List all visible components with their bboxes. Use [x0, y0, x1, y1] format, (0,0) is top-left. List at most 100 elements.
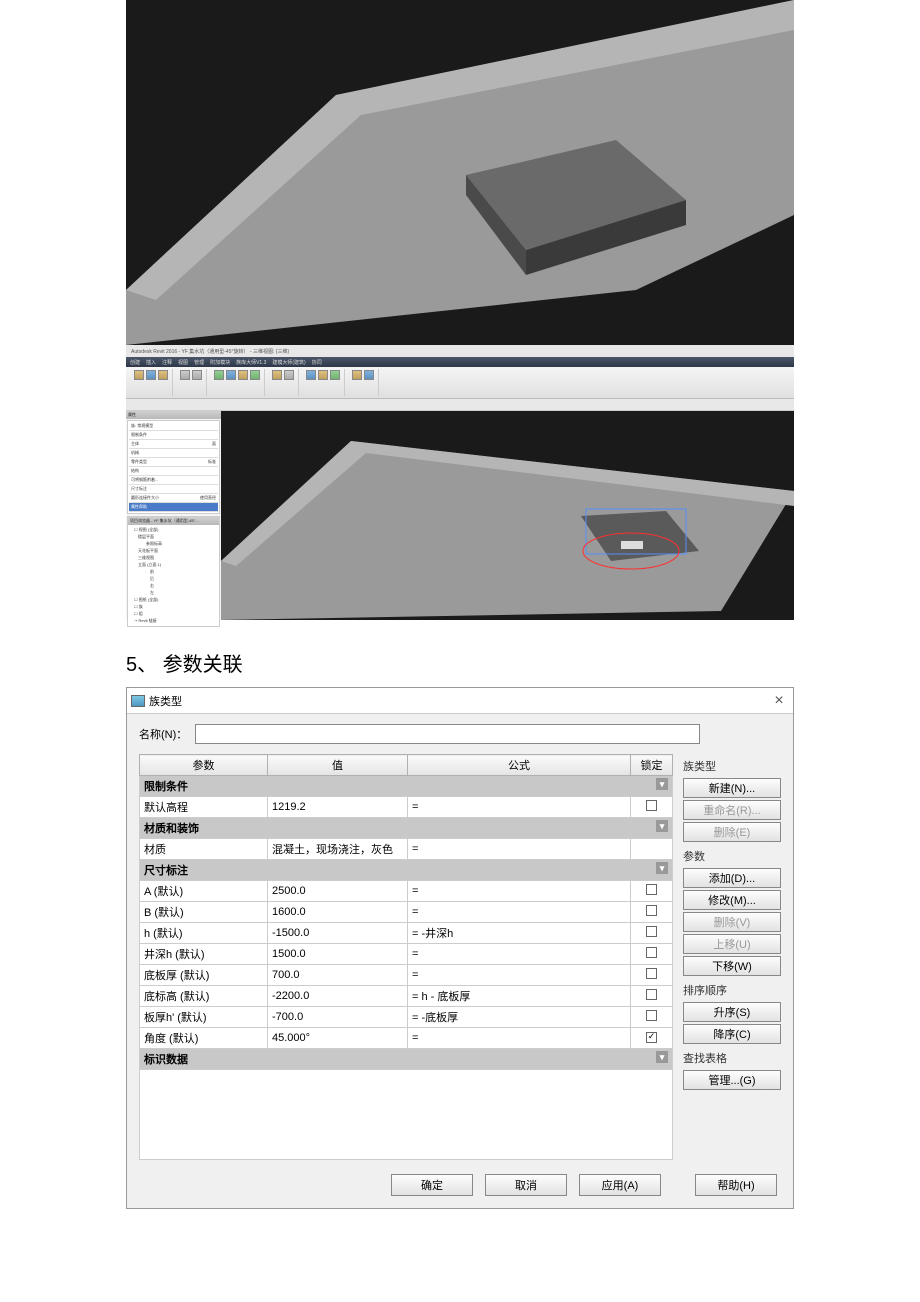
- cancel-button[interactable]: 取消: [485, 1174, 567, 1196]
- param-value[interactable]: 混凝土，现场浇注，灰色: [268, 839, 408, 860]
- param-formula[interactable]: = -底板厚: [408, 1007, 631, 1028]
- param-formula[interactable]: =: [408, 965, 631, 986]
- apply-button[interactable]: 应用(A): [579, 1174, 661, 1196]
- menu-item[interactable]: 视图: [178, 359, 188, 366]
- delete-type-button[interactable]: 删除(E): [683, 822, 781, 842]
- param-group-header[interactable]: 限制条件▾: [140, 776, 673, 797]
- sort-label: 排序顺序: [683, 982, 781, 998]
- param-formula[interactable]: =: [408, 944, 631, 965]
- revit-menubar[interactable]: 创建 插入 注释 视图 管理 附加模块 族库大师V1.3 建模大师(建筑) 协同: [126, 357, 794, 367]
- param-label: 参数: [683, 848, 781, 864]
- param-group-header[interactable]: 标识数据▾: [140, 1049, 673, 1070]
- menu-item[interactable]: 建模大师(建筑): [272, 359, 305, 366]
- param-value[interactable]: 700.0: [268, 965, 408, 986]
- lock-checkbox[interactable]: [646, 884, 657, 895]
- param-row[interactable]: A (默认)2500.0=: [140, 881, 673, 902]
- param-value[interactable]: -2200.0: [268, 986, 408, 1007]
- param-formula[interactable]: = -井深h: [408, 923, 631, 944]
- collapse-icon[interactable]: ▾: [656, 862, 668, 874]
- menu-item[interactable]: 协同: [312, 359, 322, 366]
- param-name: B (默认): [140, 902, 268, 923]
- param-row[interactable]: 底板厚 (默认)700.0=: [140, 965, 673, 986]
- revit-qat[interactable]: [126, 399, 794, 411]
- revit-3d-viewport[interactable]: [221, 411, 794, 620]
- menu-item[interactable]: 创建: [130, 359, 140, 366]
- collapse-icon[interactable]: ▾: [656, 778, 668, 790]
- menu-item[interactable]: 附加模块: [210, 359, 230, 366]
- param-value[interactable]: -700.0: [268, 1007, 408, 1028]
- sort-desc-button[interactable]: 降序(C): [683, 1024, 781, 1044]
- param-value[interactable]: 2500.0: [268, 881, 408, 902]
- menu-item[interactable]: 注释: [162, 359, 172, 366]
- name-input[interactable]: [195, 724, 700, 744]
- move-down-button[interactable]: 下移(W): [683, 956, 781, 976]
- param-name: 井深h (默认): [140, 944, 268, 965]
- lock-checkbox[interactable]: [646, 1010, 657, 1021]
- delete-param-button[interactable]: 删除(V): [683, 912, 781, 932]
- param-value[interactable]: 1500.0: [268, 944, 408, 965]
- lookup-label: 查找表格: [683, 1050, 781, 1066]
- dialog-icon: [131, 695, 145, 707]
- param-name: A (默认): [140, 881, 268, 902]
- help-button[interactable]: 帮助(H): [695, 1174, 777, 1196]
- lock-checkbox[interactable]: [646, 926, 657, 937]
- project-browser[interactable]: 项目浏览器 - YF 集水坑（通用型-45°... ☐ 视图 (全部) 楼层平面…: [127, 516, 220, 627]
- lock-checkbox[interactable]: [646, 989, 657, 1000]
- param-row[interactable]: 默认高程1219.2=: [140, 797, 673, 818]
- properties-header: 属性: [126, 411, 221, 419]
- collapse-icon[interactable]: ▾: [656, 1051, 668, 1063]
- param-formula[interactable]: =: [408, 797, 631, 818]
- param-row[interactable]: 井深h (默认)1500.0=: [140, 944, 673, 965]
- param-row[interactable]: 板厚h' (默认)-700.0= -底板厚: [140, 1007, 673, 1028]
- param-row[interactable]: B (默认)1600.0=: [140, 902, 673, 923]
- table-blank-area: [139, 1070, 673, 1160]
- param-row[interactable]: 角度 (默认)45.000°=: [140, 1028, 673, 1049]
- param-group-header[interactable]: 尺寸标注▾: [140, 860, 673, 881]
- param-value[interactable]: 1219.2: [268, 797, 408, 818]
- rename-type-button[interactable]: 重命名(R)...: [683, 800, 781, 820]
- lock-checkbox[interactable]: [646, 947, 657, 958]
- sort-asc-button[interactable]: 升序(S): [683, 1002, 781, 1022]
- menu-item[interactable]: 管理: [194, 359, 204, 366]
- col-param: 参数: [140, 755, 268, 776]
- param-name: 角度 (默认): [140, 1028, 268, 1049]
- param-name: 材质: [140, 839, 268, 860]
- add-param-button[interactable]: 添加(D)...: [683, 868, 781, 888]
- col-lock: 锁定: [631, 755, 673, 776]
- param-name: 板厚h' (默认): [140, 1007, 268, 1028]
- collapse-icon[interactable]: ▾: [656, 820, 668, 832]
- manage-lookup-button[interactable]: 管理...(G): [683, 1070, 781, 1090]
- param-formula[interactable]: =: [408, 839, 631, 860]
- param-value[interactable]: 1600.0: [268, 902, 408, 923]
- lock-checkbox[interactable]: [646, 905, 657, 916]
- ok-button[interactable]: 确定: [391, 1174, 473, 1196]
- properties-panel: 族: 常规模型 限制条件 主体面 机械 零件类型标准 结构 可将钢筋附着... …: [127, 420, 220, 514]
- move-up-button[interactable]: 上移(U): [683, 934, 781, 954]
- dialog-titlebar: 族类型 ×: [127, 688, 793, 714]
- menu-item[interactable]: 族库大师V1.3: [236, 359, 266, 366]
- parameters-table[interactable]: 参数 值 公式 锁定 限制条件▾默认高程1219.2=材质和装饰▾材质混凝土，现…: [139, 754, 673, 1070]
- menu-item[interactable]: 插入: [146, 359, 156, 366]
- revit-sidebar[interactable]: 属性 族: 常规模型 限制条件 主体面 机械 零件类型标准 结构 可将钢筋附着.…: [126, 411, 221, 620]
- new-type-button[interactable]: 新建(N)...: [683, 778, 781, 798]
- param-row[interactable]: 材质混凝土，现场浇注，灰色=: [140, 839, 673, 860]
- param-value[interactable]: -1500.0: [268, 923, 408, 944]
- lock-checkbox[interactable]: [646, 1032, 657, 1043]
- close-icon[interactable]: ×: [771, 692, 787, 710]
- param-group-header[interactable]: 材质和装饰▾: [140, 818, 673, 839]
- famtype-label: 族类型: [683, 758, 781, 774]
- param-formula[interactable]: =: [408, 881, 631, 902]
- param-name: 底板厚 (默认): [140, 965, 268, 986]
- slab-3d-shape: [126, 0, 794, 345]
- param-formula[interactable]: =: [408, 1028, 631, 1049]
- param-row[interactable]: h (默认)-1500.0= -井深h: [140, 923, 673, 944]
- modify-param-button[interactable]: 修改(M)...: [683, 890, 781, 910]
- param-formula[interactable]: = h - 底板厚: [408, 986, 631, 1007]
- lock-checkbox[interactable]: [646, 968, 657, 979]
- revit-ribbon[interactable]: [126, 367, 794, 399]
- param-row[interactable]: 底标高 (默认)-2200.0= h - 底板厚: [140, 986, 673, 1007]
- lock-checkbox[interactable]: [646, 800, 657, 811]
- param-formula[interactable]: =: [408, 902, 631, 923]
- app-title: Autodesk Revit 2016 - YF 集水坑（通用型-45°旋转） …: [131, 348, 289, 355]
- param-value[interactable]: 45.000°: [268, 1028, 408, 1049]
